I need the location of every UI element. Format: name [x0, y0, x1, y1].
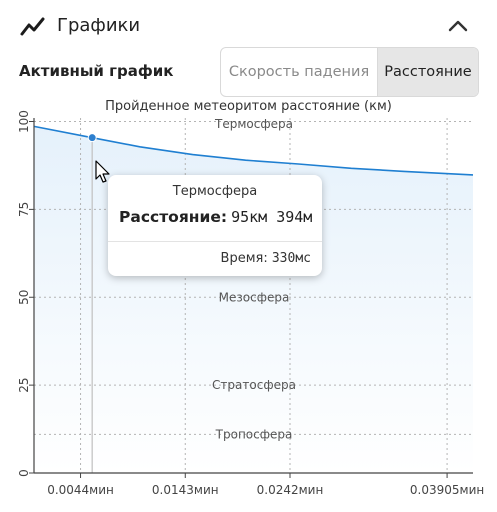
tooltip-time-value: 330мс [271, 251, 311, 266]
tooltip-time: Время: 330мс [221, 251, 311, 266]
tooltip-zone: Термосфера [172, 184, 258, 199]
tooltip-divider [108, 241, 322, 242]
tooltip-distance-value: 95км 394м [231, 208, 313, 226]
y-tick-label: 0 [17, 469, 31, 477]
y-tick-label: 75 [17, 202, 31, 217]
y-tick-label: 50 [17, 290, 31, 305]
zone-label-strato: Стратосфера [212, 378, 296, 392]
mouse-pointer-icon [95, 160, 110, 183]
highlight-point [87, 133, 97, 143]
y-tick-label: 25 [17, 377, 31, 392]
zone-label-tropo: Тропосфера [215, 427, 293, 441]
y-tick-label: 100 [17, 110, 31, 133]
x-tick-label: 0.0044мин [47, 483, 114, 497]
zone-label-thermo: Термосфера [214, 117, 293, 131]
tooltip-distance-row: Расстояние: 95км 394м [119, 208, 312, 226]
x-tick-label: 0.0242мин [257, 483, 324, 497]
chart-tooltip: Термосфера Расстояние: 95км 394м Время: 3… [108, 175, 322, 276]
tooltip-time-label: Время: [220, 251, 268, 266]
zone-label-meso: Мезосфера [219, 290, 290, 304]
x-tick-label: 0.0143мин [152, 483, 219, 497]
tooltip-distance-label: Расстояние: [119, 208, 228, 226]
x-tick-label: 0.03905мин [410, 483, 484, 497]
